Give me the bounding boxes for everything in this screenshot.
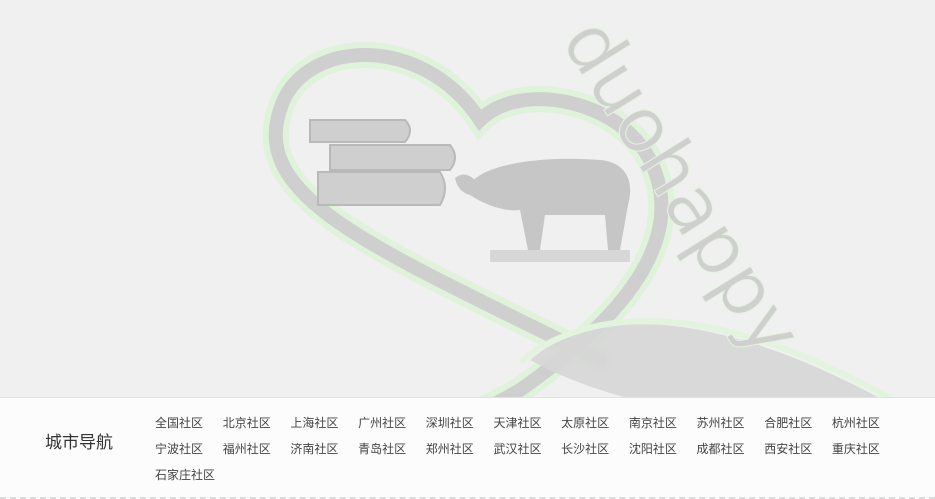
city-link-beijing[interactable]: 北京社区 [223,414,291,432]
city-link-ningbo[interactable]: 宁波社区 [155,440,223,458]
city-link-fuzhou[interactable]: 福州社区 [223,440,291,458]
city-link-shenzhen[interactable]: 深圳社区 [426,414,494,432]
city-link-shenyang[interactable]: 沈阳社区 [629,440,697,458]
city-link-shanghai[interactable]: 上海社区 [290,414,358,432]
city-link-guangzhou[interactable]: 广州社区 [358,414,426,432]
city-link-nanjing[interactable]: 南京社区 [629,414,697,432]
city-links-list: 全国社区 北京社区 上海社区 广州社区 深圳社区 天津社区 太原社区 南京社区 … [155,414,915,484]
city-navigation-title: 城市导航 [45,433,113,453]
city-link-zhengzhou[interactable]: 郑州社区 [426,440,494,458]
hero-banner [0,0,935,396]
city-link-suzhou[interactable]: 苏州社区 [697,414,765,432]
city-link-taiyuan[interactable]: 太原社区 [561,414,629,432]
city-link-shijiazhuang[interactable]: 石家庄社区 [155,466,223,484]
city-link-changsha[interactable]: 长沙社区 [561,440,629,458]
city-link-jinan[interactable]: 济南社区 [290,440,358,458]
city-link-chongqing[interactable]: 重庆社区 [832,440,900,458]
city-link-chengdu[interactable]: 成都社区 [697,440,765,458]
city-link-wuhan[interactable]: 武汉社区 [493,440,561,458]
city-link-tianjin[interactable]: 天津社区 [493,414,561,432]
city-link-hefei[interactable]: 合肥社区 [764,414,832,432]
city-link-xian[interactable]: 西安社区 [764,440,832,458]
city-link-national[interactable]: 全国社区 [155,414,223,432]
city-link-qingdao[interactable]: 青岛社区 [358,440,426,458]
city-navigation-bar: 城市导航 全国社区 北京社区 上海社区 广州社区 深圳社区 天津社区 太原社区 … [0,397,935,499]
city-link-hangzhou[interactable]: 杭州社区 [832,414,900,432]
